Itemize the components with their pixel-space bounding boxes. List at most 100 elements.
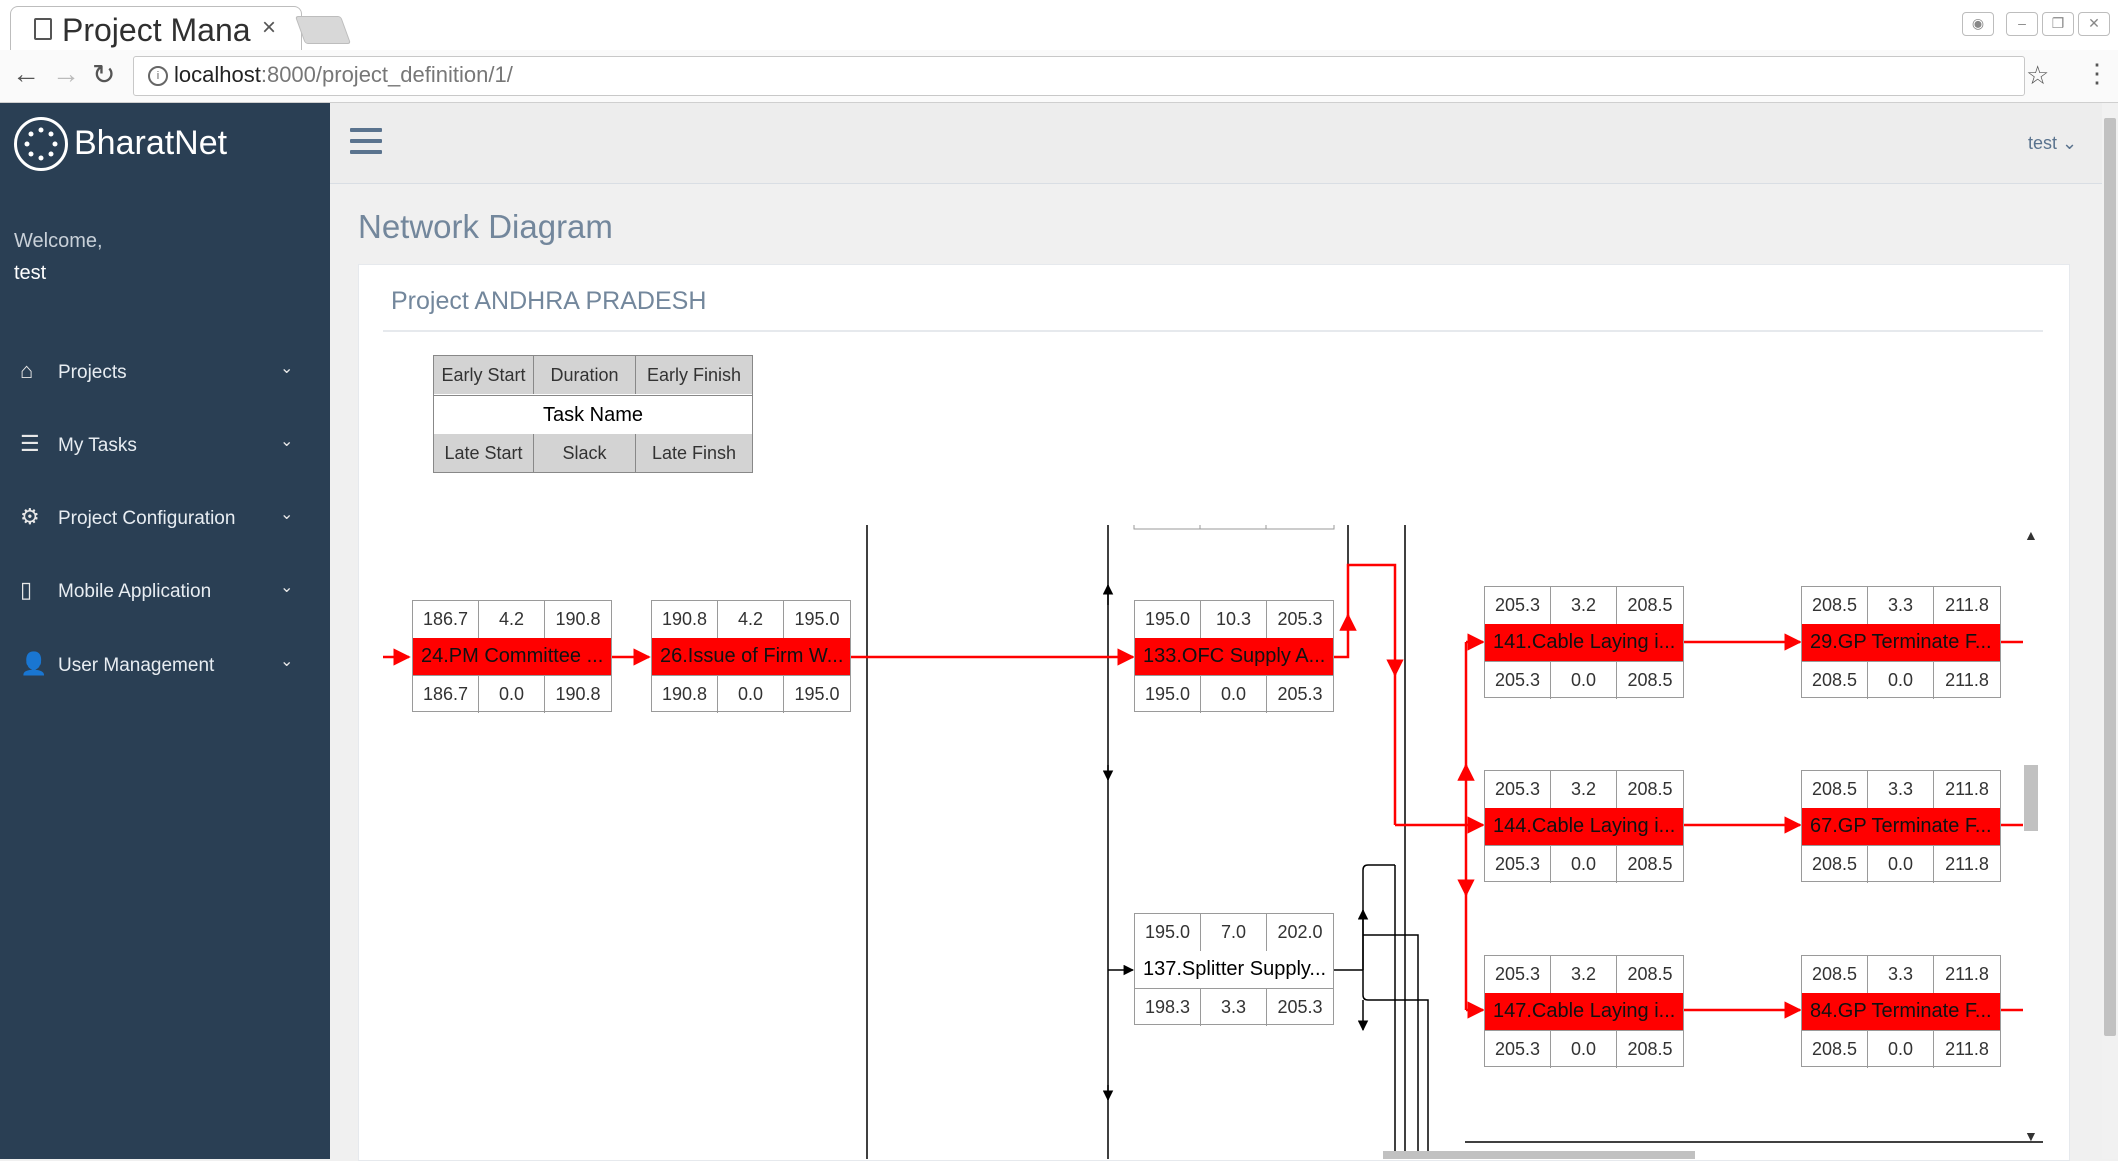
node-task-name: 137.Splitter Supply... [1135, 951, 1333, 988]
node-slack: 0.0 [1868, 846, 1934, 883]
close-window-button[interactable]: ✕ [2078, 12, 2110, 36]
network-diagram[interactable]: 186.7 4.2 190.8 24.PM Committee ... 186.7 0.0… [383, 525, 2043, 1159]
sidebar-item-label: Projects [58, 362, 127, 383]
node-early-start: 208.5 [1802, 771, 1868, 808]
diagram-horizontal-scrollbar[interactable] [1383, 1151, 1695, 1159]
node-task-name: 67.GP Terminate F... [1802, 808, 2000, 845]
node-early-finish: 208.5 [1627, 779, 1673, 799]
task-node[interactable]: 205.3 3.2 208.5 144.Cable Laying i... 205.3 0… [1484, 770, 1684, 883]
node-early-finish: 195.0 [794, 609, 840, 629]
url-path: :8000/project_definition/1/ [260, 62, 513, 87]
node-task-name: 26.Issue of Firm W... [652, 638, 850, 675]
node-late-row: 208.5 0.0 211.8 [1802, 661, 2000, 699]
node-late-finish: 211.8 [1945, 670, 1989, 690]
legend-early-start: Early Start [434, 356, 534, 394]
node-early-start: 186.7 [413, 601, 479, 638]
browser-menu-icon[interactable]: ⋮ [2084, 58, 2110, 89]
node-late-start: 198.3 [1135, 989, 1201, 1026]
task-node[interactable]: 208.5 3.3 211.8 67.GP Terminate F... 208.5 0.… [1801, 770, 2001, 883]
site-info-icon[interactable]: i [148, 66, 168, 86]
node-late-start: 208.5 [1802, 662, 1868, 699]
brand-name[interactable]: BharatNet [74, 124, 227, 163]
task-node[interactable]: 205.3 3.2 208.5 141.Cable Laying i... 205.3 0… [1484, 586, 1684, 699]
task-node[interactable]: 208.5 3.3 211.8 29.GP Terminate F... 208.5 0.… [1801, 586, 2001, 699]
node-task-name: 147.Cable Laying i... [1485, 993, 1683, 1030]
node-late-row: 198.3 3.3 205.3 [1135, 988, 1333, 1026]
node-early-row: 208.5 3.3 211.8 [1802, 587, 2000, 625]
node-slack: 0.0 [718, 676, 784, 713]
node-early-row: 190.8 4.2 195.0 [652, 601, 850, 639]
restore-button[interactable]: ❐ [2042, 12, 2074, 36]
new-tab-button[interactable] [294, 16, 352, 44]
tab-close-icon[interactable]: × [262, 14, 276, 42]
profile-icon[interactable]: ◉ [1962, 12, 1994, 36]
url-host: localhost [174, 62, 261, 87]
scroll-down-icon[interactable]: ▼ [2024, 1128, 2038, 1144]
hamburger-menu-icon[interactable] [350, 128, 382, 156]
node-early-start: 208.5 [1802, 587, 1868, 624]
node-late-start: 205.3 [1485, 846, 1551, 883]
sidebar-item-mobile-application[interactable]: ▯ Mobile Application ⌄ [0, 565, 330, 621]
minimize-button[interactable]: – [2006, 12, 2038, 36]
forward-icon[interactable]: → [52, 58, 80, 90]
node-early-row: 205.3 3.2 208.5 [1485, 956, 1683, 994]
sidebar-item-my-tasks[interactable]: ☰ My Tasks ⌄ [0, 419, 330, 475]
node-late-start: 208.5 [1802, 1031, 1868, 1068]
node-late-finish: 211.8 [1945, 1039, 1989, 1059]
bookmark-star-icon[interactable]: ☆ [2026, 60, 2049, 91]
node-early-row: 205.3 3.2 208.5 [1485, 587, 1683, 625]
node-early-start: 195.0 [1135, 914, 1201, 951]
node-late-row: 190.8 0.0 195.0 [652, 675, 850, 713]
task-node[interactable]: 205.3 3.2 208.5 147.Cable Laying i... 205.3 0… [1484, 955, 1684, 1068]
node-early-finish: 190.8 [555, 609, 601, 629]
node-early-row: 208.5 3.3 211.8 [1802, 771, 2000, 809]
chevron-down-icon: ⌄ [280, 579, 294, 596]
node-early-finish: 202.0 [1277, 922, 1323, 942]
node-duration: 10.3 [1201, 601, 1267, 638]
chevron-down-icon: ⌄ [280, 360, 294, 377]
node-early-finish: 205.3 [1277, 609, 1323, 629]
task-node[interactable]: 186.7 4.2 190.8 24.PM Committee ... 186.7 0.0… [412, 600, 612, 713]
node-late-start: 205.3 [1485, 662, 1551, 699]
document-icon [34, 18, 52, 40]
sidebar-item-user-management[interactable]: 👤 User Management ⌄ [0, 639, 330, 695]
node-late-row: 195.0 0.0 205.3 [1135, 675, 1333, 713]
brand-logo-icon[interactable] [14, 117, 68, 171]
node-early-row: 205.3 3.2 208.5 [1485, 771, 1683, 809]
node-late-finish: 205.3 [1277, 684, 1323, 704]
node-duration: 7.0 [1201, 914, 1267, 951]
sidebar-item-project-configuration[interactable]: ⚙ Project Configuration ⌄ [0, 492, 330, 548]
node-slack: 0.0 [1868, 662, 1934, 699]
chevron-down-icon: ⌄ [280, 506, 294, 523]
top-navbar [330, 103, 2102, 184]
legend-late-finish: Late Finsh [636, 434, 752, 472]
url-text[interactable]: localhost:8000/project_definition/1/ [174, 62, 513, 88]
task-node[interactable]: 190.8 4.2 195.0 26.Issue of Firm W... 190.8 0… [651, 600, 851, 713]
page-scrollbar-thumb[interactable] [2104, 118, 2116, 1036]
node-late-row: 205.3 0.0 208.5 [1485, 661, 1683, 699]
node-late-start: 205.3 [1485, 1031, 1551, 1068]
gears-icon: ⚙ [20, 504, 40, 529]
task-node[interactable]: 195.0 7.0 202.0 137.Splitter Supply... 198.3… [1134, 913, 1334, 1026]
node-early-start: 190.8 [652, 601, 718, 638]
node-early-row: 195.0 10.3 205.3 [1135, 601, 1333, 639]
scroll-up-icon[interactable]: ▲ [2024, 527, 2038, 543]
home-icon: ⌂ [20, 358, 34, 383]
tab-title[interactable]: Project Mana [62, 12, 252, 49]
node-task-name: 144.Cable Laying i... [1485, 808, 1683, 845]
node-early-start: 208.5 [1802, 956, 1868, 993]
back-icon[interactable]: ← [12, 58, 40, 90]
node-late-finish: 208.5 [1627, 854, 1673, 874]
diagram-vertical-scrollbar[interactable] [2024, 765, 2038, 831]
task-node[interactable]: 208.5 3.3 211.8 84.GP Terminate F... 208.5 0.… [1801, 955, 2001, 1068]
task-node[interactable]: 195.0 10.3 205.3 133.OFC Supply A... 195.0 0.… [1134, 600, 1334, 713]
node-duration: 3.2 [1551, 587, 1617, 624]
legend-early-finish: Early Finish [636, 356, 752, 394]
page-title: Network Diagram [358, 208, 613, 245]
node-slack: 0.0 [1551, 662, 1617, 699]
reload-icon[interactable]: ↻ [92, 58, 115, 91]
sidebar-item-projects[interactable]: ⌂ Projects ⌄ [0, 346, 330, 402]
node-early-row: 195.0 7.0 202.0 [1135, 914, 1333, 952]
user-dropdown[interactable]: test ⌄ [2028, 133, 2077, 154]
mobile-icon: ▯ [20, 577, 33, 602]
